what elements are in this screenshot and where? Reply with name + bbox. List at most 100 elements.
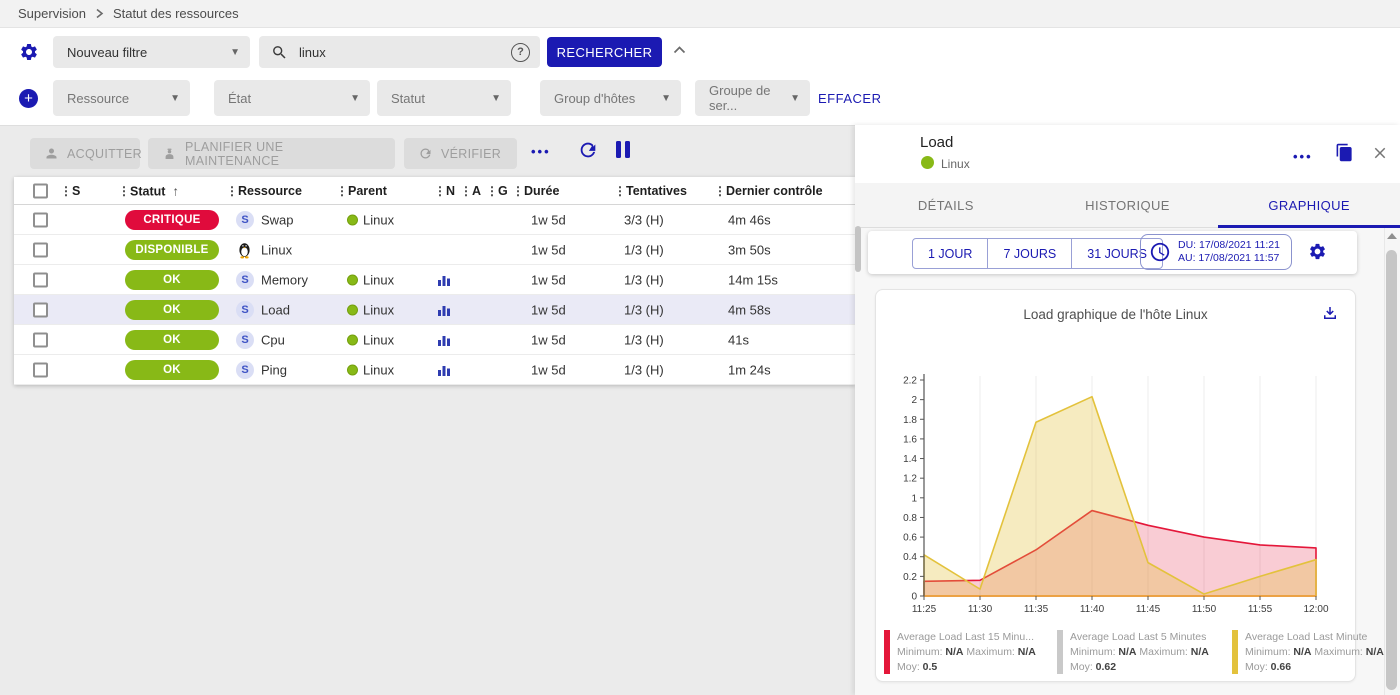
table-row-swap[interactable]: CRITIQUESSwapLinux1w 5d3/3 (H)4m 46s	[14, 205, 855, 235]
graph-available-icon[interactable]	[437, 273, 451, 287]
drag-handle-icon[interactable]: ⋮	[60, 184, 72, 198]
select-all-checkbox[interactable]	[33, 183, 48, 198]
tab-graphique[interactable]: GRAPHIQUE	[1218, 183, 1400, 227]
resource-name[interactable]: Swap	[261, 212, 294, 227]
parent-name[interactable]: Linux	[363, 302, 394, 317]
close-panel-icon[interactable]	[1371, 144, 1389, 162]
legend-color-swatch	[1232, 630, 1238, 674]
range-button-1-jour[interactable]: 1 JOUR	[913, 239, 987, 268]
criteria-select-groupe-de-ser[interactable]: Groupe de ser...▼	[695, 80, 810, 116]
row-checkbox[interactable]	[33, 332, 48, 347]
row-checkbox[interactable]	[33, 302, 48, 317]
column-header-tentatives[interactable]: Tentatives	[626, 184, 687, 198]
breadcrumb-supervision[interactable]: Supervision	[18, 6, 86, 21]
duration-cell: 1w 5d	[531, 362, 566, 377]
legend-color-swatch	[1057, 630, 1063, 674]
scroll-up-arrow-icon[interactable]	[1387, 233, 1397, 239]
filter-settings-gear-icon[interactable]	[19, 42, 39, 62]
panel-scrollbar-thumb[interactable]	[1386, 250, 1397, 690]
column-header-g[interactable]: G	[498, 184, 508, 198]
tab-dtails[interactable]: DÉTAILS	[855, 183, 1037, 227]
range-button-7-jours[interactable]: 7 JOURS	[987, 239, 1071, 268]
resources-status-page: Supervision Statut des ressources Nouvea…	[0, 0, 1400, 695]
row-checkbox[interactable]	[33, 362, 48, 377]
pause-autorefresh-icon[interactable]	[616, 141, 630, 158]
download-icon[interactable]	[1321, 304, 1339, 322]
search-help-icon[interactable]: ?	[511, 43, 530, 62]
column-header-n[interactable]: N	[446, 184, 455, 198]
column-header-a[interactable]: A	[472, 184, 481, 198]
parent-name[interactable]: Linux	[363, 272, 394, 287]
drag-handle-icon[interactable]: ⋮	[486, 184, 498, 198]
graph-available-icon[interactable]	[437, 363, 451, 377]
search-input[interactable]	[297, 44, 502, 61]
criteria-select-group-d-h-tes[interactable]: Group d'hôtes▼	[540, 80, 681, 116]
svg-text:1: 1	[911, 493, 917, 504]
row-checkbox[interactable]	[33, 242, 48, 257]
duration-cell: 1w 5d	[531, 212, 566, 227]
duration-cell: 1w 5d	[531, 302, 566, 317]
drag-handle-icon[interactable]: ⋮	[714, 184, 726, 198]
drag-handle-icon[interactable]: ⋮	[336, 184, 348, 198]
svg-text:11:50: 11:50	[1192, 604, 1217, 615]
column-header-dernier-contr-le[interactable]: Dernier contrôle	[726, 184, 823, 198]
criteria-select-ressource[interactable]: Ressource▼	[53, 80, 190, 116]
drag-handle-icon[interactable]: ⋮	[614, 184, 626, 198]
column-header-statut[interactable]: Statut↑	[130, 183, 179, 198]
saved-filter-select[interactable]: Nouveau filtre ▼	[53, 36, 250, 68]
graph-settings-gear-icon[interactable]	[1308, 242, 1327, 261]
more-actions-icon[interactable]: •••	[531, 144, 551, 159]
graph-available-icon[interactable]	[437, 333, 451, 347]
drag-handle-icon[interactable]: ⋮	[434, 184, 446, 198]
drag-handle-icon[interactable]: ⋮	[460, 184, 472, 198]
sort-ascending-icon: ↑	[172, 183, 179, 198]
column-header-s[interactable]: S	[72, 184, 80, 198]
resource-name[interactable]: Linux	[261, 242, 292, 257]
parent-name[interactable]: Linux	[363, 362, 394, 377]
resource-name[interactable]: Ping	[261, 362, 287, 377]
row-checkbox[interactable]	[33, 272, 48, 287]
column-header-ressource[interactable]: Ressource	[238, 184, 302, 198]
table-row-memory[interactable]: OKSMemoryLinux1w 5d1/3 (H)14m 15s	[14, 265, 855, 295]
criteria-select-tat[interactable]: État▼	[214, 80, 370, 116]
parent-name[interactable]: Linux	[363, 212, 394, 227]
legend-item-2[interactable]: Average Load Last MinuteMinimum: N/A Max…	[1232, 630, 1384, 675]
collapse-filters-chevron-up-icon[interactable]	[672, 44, 687, 56]
breadcrumb-resource-status[interactable]: Statut des ressources	[113, 6, 239, 21]
panel-more-icon[interactable]: •••	[1293, 149, 1313, 164]
list-scrollbar-thumb[interactable]	[855, 226, 861, 272]
resource-name[interactable]: Memory	[261, 272, 308, 287]
copy-link-icon[interactable]	[1335, 143, 1354, 162]
drag-handle-icon[interactable]: ⋮	[512, 184, 524, 198]
last-check-cell: 3m 50s	[728, 242, 771, 257]
table-row-cpu[interactable]: OKSCpuLinux1w 5d1/3 (H)41s	[14, 325, 855, 355]
row-checkbox[interactable]	[33, 212, 48, 227]
column-header-dur-e[interactable]: Durée	[524, 184, 559, 198]
tab-historique[interactable]: HISTORIQUE	[1037, 183, 1219, 227]
chevron-down-icon: ▼	[491, 93, 501, 104]
svg-text:1.2: 1.2	[903, 474, 917, 485]
drag-handle-icon[interactable]: ⋮	[118, 184, 130, 198]
graph-available-icon[interactable]	[437, 303, 451, 317]
column-header-parent[interactable]: Parent	[348, 184, 387, 198]
search-button[interactable]: RECHERCHER	[547, 37, 662, 67]
add-criteria-button[interactable]: +	[19, 89, 38, 108]
drag-handle-icon[interactable]: ⋮	[226, 184, 238, 198]
acknowledge-button[interactable]: ACQUITTER	[30, 138, 140, 169]
criteria-select-statut[interactable]: Statut▼	[377, 80, 511, 116]
table-row-linux[interactable]: DISPONIBLELinux1w 5d1/3 (H)3m 50s	[14, 235, 855, 265]
parent-name[interactable]: Linux	[363, 332, 394, 347]
legend-item-0[interactable]: Average Load Last 15 Minu...Minimum: N/A…	[884, 630, 1036, 675]
check-button[interactable]: VÉRIFIER	[404, 138, 517, 169]
refresh-list-icon[interactable]	[577, 139, 599, 161]
table-row-ping[interactable]: OKSPingLinux1w 5d1/3 (H)1m 24s	[14, 355, 855, 385]
legend-item-1[interactable]: Average Load Last 5 MinutesMinimum: N/A …	[1057, 630, 1209, 675]
panel-parent-name: Linux	[941, 157, 970, 171]
table-row-load[interactable]: OKSLoadLinux1w 5d1/3 (H)4m 58s	[14, 295, 855, 325]
resource-name[interactable]: Cpu	[261, 332, 285, 347]
svg-text:0.2: 0.2	[903, 572, 917, 583]
date-range-picker[interactable]: DU: 17/08/2021 11:21 AU: 17/08/2021 11:5…	[1140, 234, 1292, 270]
clear-filters-link[interactable]: EFFACER	[818, 91, 881, 106]
set-downtime-button[interactable]: PLANIFIER UNE MAINTENANCE	[148, 138, 395, 169]
resource-name[interactable]: Load	[261, 302, 290, 317]
